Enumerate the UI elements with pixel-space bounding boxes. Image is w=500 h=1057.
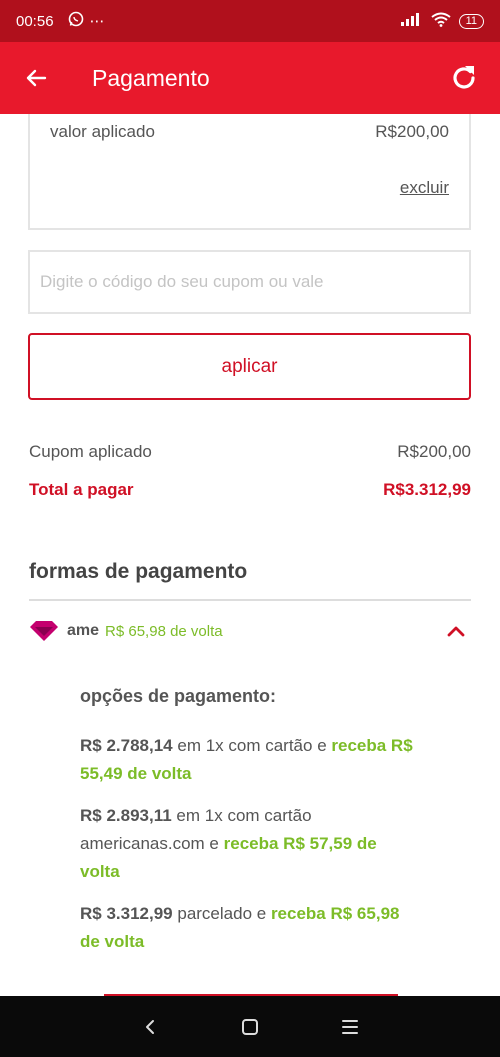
status-left: 00:56 ⋯: [16, 11, 105, 31]
payment-option-3: R$ 3.312,99 parcelado e receba R$ 65,98 …: [80, 900, 420, 956]
nav-back-button[interactable]: [130, 1007, 170, 1047]
payment-methods-title: formas de pagamento: [29, 560, 248, 583]
nav-home-button[interactable]: [230, 1007, 270, 1047]
back-button[interactable]: [0, 42, 72, 114]
option-price: R$ 2.788,14: [80, 736, 173, 755]
ame-name: ame: [67, 622, 100, 639]
payment-option-1: R$ 2.788,14 em 1x com cartão e receba R$…: [80, 732, 420, 788]
payment-content: valor aplicado R$200,00 excluir aplicar …: [0, 114, 500, 996]
ame-cashback: R$ 65,98 de volta: [105, 622, 223, 640]
applied-value-label: valor aplicado: [50, 122, 155, 141]
option-price: R$ 2.893,11: [80, 806, 172, 825]
status-bar: 00:56 ⋯ 11: [0, 0, 500, 42]
battery-icon: 11: [458, 13, 484, 29]
refresh-button[interactable]: [428, 42, 500, 114]
menu-lines-icon: [342, 1019, 358, 1034]
payment-option-2: R$ 2.893,11 em 1x com cartão americanas.…: [80, 802, 420, 886]
app-bar: Pagamento: [0, 42, 500, 114]
whatsapp-icon: [68, 11, 84, 31]
coupon-applied-label: Cupom aplicado: [29, 442, 152, 461]
system-nav-bar: [0, 996, 500, 1057]
arrow-left-icon: [26, 69, 47, 87]
apply-coupon-button[interactable]: aplicar: [28, 333, 471, 400]
wifi-icon: [430, 12, 451, 31]
applied-value-amount: R$200,00: [375, 122, 449, 141]
option-text: em 1x com cartão e: [172, 736, 332, 755]
chevron-up-icon[interactable]: [441, 616, 471, 646]
option-price: R$ 3.312,99: [80, 904, 173, 923]
total-label: Total a pagar: [29, 480, 134, 499]
signal-icon: [400, 12, 423, 30]
total-row: Total a pagar R$3.312,99: [29, 480, 471, 500]
refresh-icon: [453, 66, 475, 89]
option-text: parcelado e: [172, 904, 271, 923]
remove-coupon-link[interactable]: excluir: [400, 178, 449, 198]
ame-payment-option[interactable]: ame R$ 65,98 de volta: [29, 614, 471, 648]
section-divider: [29, 599, 471, 601]
page-title: Pagamento: [92, 64, 210, 91]
payment-options-title: opções de pagamento:: [80, 686, 277, 706]
chevron-left-icon: [146, 1019, 154, 1034]
nav-menu-button[interactable]: [330, 1007, 370, 1047]
more-notifications-icon: ⋯: [89, 13, 105, 30]
status-time: 00:56: [16, 12, 54, 30]
applied-coupon-card: valor aplicado R$200,00 excluir: [28, 114, 471, 230]
ame-logo-icon: [30, 621, 58, 641]
coupon-applied-row: Cupom aplicado R$200,00: [29, 442, 471, 462]
coupon-code-input[interactable]: [28, 250, 471, 314]
total-value: R$3.312,99: [383, 480, 471, 499]
status-right: 11: [400, 12, 484, 31]
coupon-applied-value: R$200,00: [397, 442, 471, 461]
square-icon: [242, 1018, 258, 1035]
